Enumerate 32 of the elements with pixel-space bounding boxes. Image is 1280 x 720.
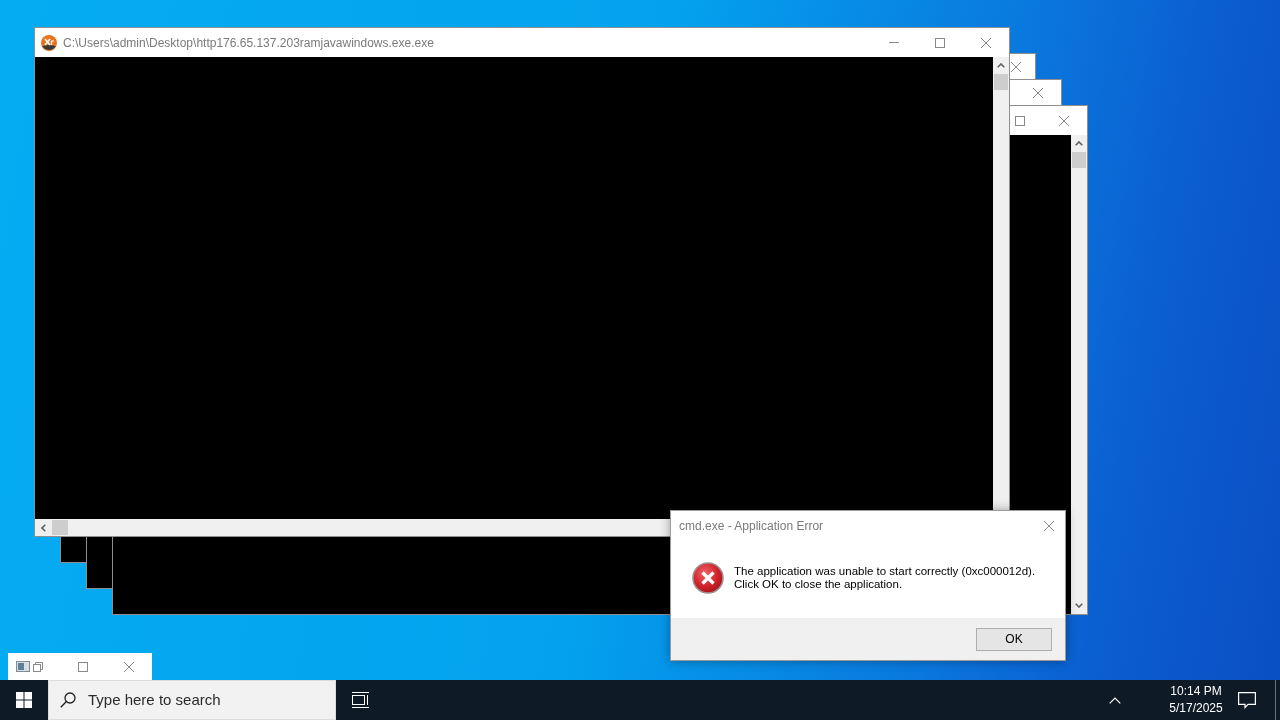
minimize-icon xyxy=(889,42,899,43)
maximize-icon xyxy=(1015,115,1025,126)
search-box[interactable]: Type here to search xyxy=(48,680,336,720)
maximize-icon xyxy=(935,37,945,48)
error-message: The application was unable to start correctly (0xc000012d). Click OK to close the application. xyxy=(734,565,1036,591)
app-icon xyxy=(41,34,57,51)
search-icon xyxy=(60,692,76,708)
ok-button[interactable]: OK xyxy=(976,627,1052,651)
close-icon xyxy=(981,37,991,48)
chevron-up-icon xyxy=(1075,141,1083,146)
scrollbar-thumb[interactable] xyxy=(994,74,1008,90)
maximize-icon xyxy=(78,661,88,672)
chevron-down-icon xyxy=(1075,603,1083,608)
clock-button[interactable]: 10:14 PM 5/17/2025 xyxy=(1165,680,1227,720)
chevron-up-icon xyxy=(997,63,1005,68)
close-icon xyxy=(1044,520,1054,531)
scrollbar-thumb[interactable] xyxy=(52,520,68,535)
error-icon xyxy=(692,562,724,594)
windows-logo-icon xyxy=(16,692,32,708)
chevron-left-icon xyxy=(41,523,46,532)
window-title: C:\Users\admin\Desktop\http176.65.137.203ramjavawindows.exe.exe xyxy=(63,34,434,52)
close-icon xyxy=(1033,87,1043,98)
close-icon xyxy=(124,661,134,672)
task-view-icon xyxy=(351,692,369,708)
window-icon xyxy=(16,661,30,672)
speech-bubble-icon xyxy=(1238,691,1256,709)
search-input[interactable]: Type here to search xyxy=(88,688,268,712)
chevron-up-icon xyxy=(1109,696,1121,704)
scrollbar-thumb[interactable] xyxy=(1072,152,1086,168)
dialog-title: cmd.exe - Application Error xyxy=(679,517,824,535)
close-icon xyxy=(1059,115,1069,126)
restore-icon xyxy=(33,661,43,672)
